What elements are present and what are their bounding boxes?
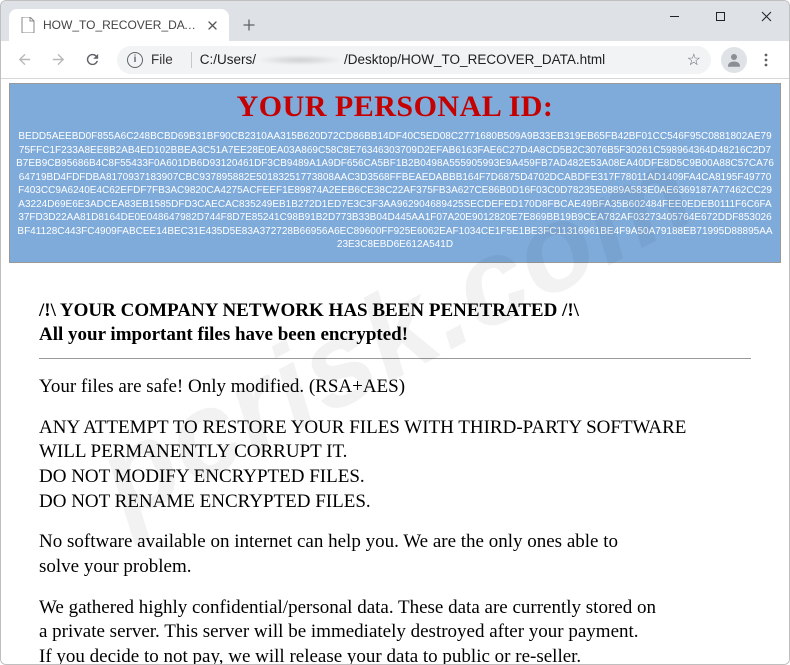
text-line: If you decide to not pay, we will releas… bbox=[39, 645, 751, 664]
msg-data-threat: We gathered highly confidential/personal… bbox=[39, 596, 751, 664]
tab-title: HOW_TO_RECOVER_DATA.html bbox=[43, 18, 197, 32]
titlebar: HOW_TO_RECOVER_DATA.html bbox=[1, 1, 789, 41]
site-info-icon[interactable]: i bbox=[127, 52, 143, 68]
path-redacted bbox=[256, 55, 344, 65]
ransom-message: /!\ YOUR COMPANY NETWORK HAS BEEN PENETR… bbox=[9, 263, 781, 665]
msg-no-software: No software available on internet can he… bbox=[39, 530, 751, 579]
text-line: ANY ATTEMPT TO RESTORE YOUR FILES WITH T… bbox=[39, 416, 751, 441]
msg-warning-block: ANY ATTEMPT TO RESTORE YOUR FILES WITH T… bbox=[39, 416, 751, 515]
maximize-button[interactable] bbox=[697, 1, 743, 31]
msg-files-safe: Your files are safe! Only modified. (RSA… bbox=[39, 375, 751, 400]
personal-id-heading: YOUR PERSONAL ID: bbox=[14, 90, 776, 124]
close-button[interactable] bbox=[743, 1, 789, 31]
text-line: solve your problem. bbox=[39, 555, 751, 580]
path-prefix: C:/Users/ bbox=[200, 52, 256, 67]
browser-tab[interactable]: HOW_TO_RECOVER_DATA.html bbox=[9, 9, 229, 41]
path-suffix: /Desktop/HOW_TO_RECOVER_DATA.html bbox=[344, 52, 605, 67]
headline-penetrated: /!\ YOUR COMPANY NETWORK HAS BEEN PENETR… bbox=[39, 299, 751, 324]
address-bar[interactable]: i File C:/Users/ /Desktop/HOW_TO_RECOVER_… bbox=[117, 46, 711, 74]
reload-button[interactable] bbox=[77, 45, 107, 75]
text-line: No software available on internet can he… bbox=[39, 530, 751, 555]
toolbar: i File C:/Users/ /Desktop/HOW_TO_RECOVER_… bbox=[1, 41, 789, 79]
page-content: YOUR PERSONAL ID: BEDD5AEEBD0F855A6C248B… bbox=[1, 79, 789, 664]
text-line: a private server. This server will be im… bbox=[39, 620, 751, 645]
back-button[interactable] bbox=[9, 45, 39, 75]
profile-avatar[interactable] bbox=[721, 47, 747, 73]
headline-encrypted: All your important files have been encry… bbox=[39, 323, 751, 348]
browser-window: HOW_TO_RECOVER_DATA.html bbox=[0, 0, 790, 665]
text-line: DO NOT RENAME ENCRYPTED FILES. bbox=[39, 490, 751, 515]
divider-line bbox=[39, 358, 751, 359]
url-scheme: File bbox=[151, 52, 173, 67]
url-path: C:/Users/ /Desktop/HOW_TO_RECOVER_DATA.ht… bbox=[200, 52, 679, 67]
text-line: DO NOT MODIFY ENCRYPTED FILES. bbox=[39, 465, 751, 490]
tab-close-icon[interactable] bbox=[205, 17, 219, 33]
minimize-button[interactable] bbox=[651, 1, 697, 31]
new-tab-button[interactable] bbox=[235, 11, 263, 39]
bookmark-star-icon[interactable]: ☆ bbox=[687, 50, 701, 70]
text-line: We gathered highly confidential/personal… bbox=[39, 596, 751, 621]
menu-button[interactable] bbox=[751, 45, 781, 75]
text-line: WILL PERMANENTLY CORRUPT IT. bbox=[39, 440, 751, 465]
personal-id-block: YOUR PERSONAL ID: BEDD5AEEBD0F855A6C248B… bbox=[9, 83, 781, 263]
personal-id-value: BEDD5AEEBD0F855A6C248BCBD69B31BF90CB2310… bbox=[14, 130, 776, 252]
omnibox-divider bbox=[191, 52, 192, 68]
window-controls bbox=[651, 1, 789, 31]
forward-button[interactable] bbox=[43, 45, 73, 75]
file-icon bbox=[21, 17, 35, 33]
